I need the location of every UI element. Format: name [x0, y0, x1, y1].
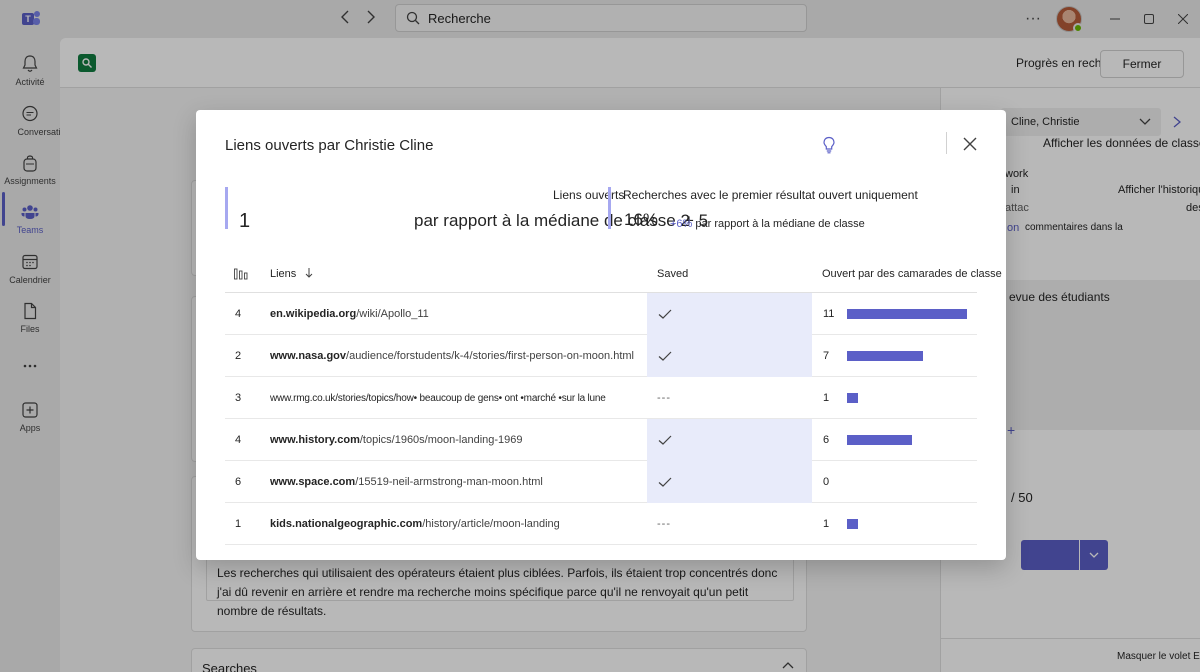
classmates-count: 1: [823, 518, 830, 530]
column-chart-icon[interactable]: [234, 268, 248, 280]
classmates-count: 7: [823, 350, 830, 362]
link-url[interactable]: en.wikipedia.org/wiki/Apollo_11: [270, 293, 429, 335]
column-header-opened-by[interactable]: Ouvert par des camarades de classe: [822, 268, 1002, 280]
open-count: 3: [235, 392, 242, 404]
open-count: 4: [235, 434, 242, 446]
not-saved-marker: ---: [657, 518, 671, 530]
lightbulb-icon[interactable]: [822, 136, 836, 154]
header-divider: [946, 132, 947, 154]
checkmark-icon: [658, 351, 672, 361]
open-count: 1: [235, 518, 242, 530]
links-opened-dialog: Liens ouverts par Christie Cline 1 Liens…: [196, 110, 1006, 560]
column-header-links-label: Liens: [270, 268, 297, 280]
table-row[interactable]: 4 www.history.com/topics/1960s/moon-landi…: [225, 419, 977, 461]
classmates-bar-cell: [847, 293, 967, 335]
link-url[interactable]: www.space.com/15519-neil-armstrong-man-m…: [270, 461, 543, 503]
table-row[interactable]: 3 www.rmg.co.uk/stories/topics/how• beauc…: [225, 377, 977, 419]
classmates-bar: [847, 393, 858, 403]
stat-links-opened-label: Liens ouverts: [553, 188, 625, 202]
classmates-count: 6: [823, 434, 830, 446]
saved-cell: [647, 335, 812, 377]
classmates-bar-cell: [847, 377, 858, 419]
saved-cell: [647, 419, 812, 461]
link-domain: en.wikipedia.org: [270, 308, 357, 320]
link-path: /wiki/Apollo_11: [356, 308, 429, 320]
link-path: /history/article/moon-landing: [422, 518, 560, 530]
stat-first-result-comparison-pct: +6%: [670, 218, 693, 230]
classmates-count: 11: [823, 308, 835, 320]
close-icon[interactable]: [960, 134, 980, 154]
column-header-links[interactable]: Liens: [270, 268, 313, 280]
classmates-bar: [847, 309, 967, 319]
link-path: /15519-neil-armstrong-man-moon.html: [355, 476, 543, 488]
link-url[interactable]: www.nasa.gov/audience/forstudents/k-4/st…: [270, 335, 634, 377]
open-count: 6: [235, 476, 242, 488]
saved-cell: [647, 293, 812, 335]
dialog-title: Liens ouverts par Christie Cline: [225, 137, 434, 154]
stat-accent-bar: [225, 187, 228, 229]
table-row[interactable]: 1 kids.nationalgeographic.com/history/art…: [225, 503, 977, 545]
stat-first-result-comparison: +6% par rapport à la médiane de classe: [670, 218, 865, 230]
table-body: 4 en.wikipedia.org/wiki/Apollo_11 11 2 www.n…: [225, 293, 977, 545]
links-table: Liens Saved Ouvert par des camarades de …: [225, 258, 1002, 545]
table-row[interactable]: 6 www.space.com/15519-neil-armstrong-man-…: [225, 461, 977, 503]
column-header-saved[interactable]: Saved: [657, 268, 688, 280]
link-domain: www.space.com: [270, 476, 356, 488]
stat-first-result-comparison-text: par rapport à la médiane de classe: [695, 218, 865, 230]
stat-accent-bar: [608, 187, 611, 229]
classmates-count: 1: [823, 392, 830, 404]
link-domain: www.history.com: [270, 434, 360, 446]
stat-links-opened-value: 1: [239, 210, 251, 232]
saved-cell: ---: [647, 377, 812, 419]
stat-first-result-value: 16%: [624, 210, 659, 229]
table-row[interactable]: 2 www.nasa.gov/audience/forstudents/k-4/s…: [225, 335, 977, 377]
checkmark-icon: [658, 435, 672, 445]
classmates-count: 0: [823, 476, 830, 488]
sort-down-icon[interactable]: [305, 268, 313, 278]
open-count: 4: [235, 308, 242, 320]
not-saved-marker: ---: [657, 392, 671, 404]
classmates-bar-cell: [847, 503, 858, 545]
link-url[interactable]: kids.nationalgeographic.com/history/arti…: [270, 503, 560, 545]
saved-cell: [647, 461, 812, 503]
link-path: /topics/1960s/moon-landing-1969: [359, 434, 523, 446]
table-row[interactable]: 4 en.wikipedia.org/wiki/Apollo_11 11: [225, 293, 977, 335]
checkmark-icon: [658, 477, 672, 487]
link-path: /audience/forstudents/k-4/stories/first-…: [346, 350, 634, 362]
link-url[interactable]: www.history.com/topics/1960s/moon-landin…: [270, 419, 523, 461]
classmates-bar: [847, 435, 912, 445]
saved-cell: ---: [647, 503, 812, 545]
open-count: 2: [235, 350, 242, 362]
link-domain: kids.nationalgeographic.com: [270, 518, 423, 530]
classmates-bar: [847, 351, 923, 361]
classmates-bar-cell: [847, 419, 912, 461]
checkmark-icon: [658, 309, 672, 319]
stat-first-result-label: Recherches avec le premier résultat ouve…: [623, 188, 918, 202]
link-path: www.rmg.co.uk/stories/topics/how• beauco…: [270, 392, 606, 404]
classmates-bar: [847, 519, 858, 529]
table-header: Liens Saved Ouvert par des camarades de …: [225, 258, 1002, 293]
link-url[interactable]: www.rmg.co.uk/stories/topics/how• beauco…: [270, 377, 606, 419]
link-domain: www.nasa.gov: [270, 350, 347, 362]
classmates-bar-cell: [847, 335, 923, 377]
